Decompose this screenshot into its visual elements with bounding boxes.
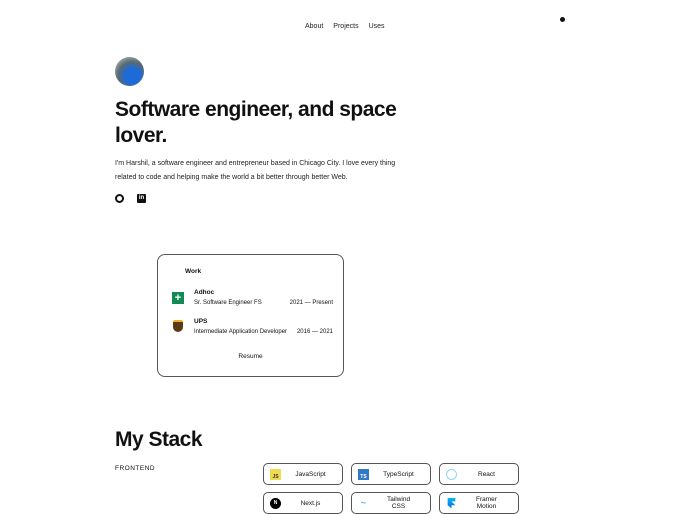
nextjs-icon: N	[270, 497, 281, 509]
work-title: Work	[185, 268, 202, 275]
github-icon[interactable]	[115, 194, 124, 203]
avatar	[115, 57, 144, 86]
framer-motion-icon	[447, 497, 456, 509]
job-role: Sr. Software Engineer FS	[194, 300, 262, 306]
stack-title: My Stack	[115, 428, 203, 451]
theme-toggle[interactable]	[560, 17, 565, 22]
tailwind-icon: ~	[360, 498, 367, 508]
stack-item-label: Framer Motion	[476, 496, 497, 510]
stack-item-label: React	[478, 470, 495, 478]
react-icon	[446, 468, 457, 480]
job-role: Intermediate Application Developer	[194, 329, 288, 335]
stack-section-label: FRONTEND	[115, 465, 156, 472]
stack-item-label: Tailwind CSS	[386, 496, 411, 510]
stack-item-tailwind[interactable]: ~ Tailwind CSS	[351, 492, 431, 514]
top-nav: About Projects Uses	[300, 15, 390, 33]
stack-item-nextjs[interactable]: N Next.js	[263, 492, 343, 514]
stack-item-label: Next.js	[300, 499, 321, 507]
job-company: UPS	[194, 318, 208, 325]
javascript-icon: JS	[270, 468, 281, 480]
nav-projects[interactable]: Projects	[333, 23, 358, 30]
adhoc-logo-icon: +	[172, 292, 184, 304]
stack-item-react[interactable]: React	[439, 463, 519, 485]
resume-link[interactable]: Resume	[158, 353, 343, 360]
nav-about[interactable]: About	[305, 23, 323, 30]
work-card: Work + Adhoc Sr. Software Engineer FS 20…	[157, 254, 344, 377]
stack-item-javascript[interactable]: JS JavaScript	[263, 463, 343, 485]
linkedin-icon[interactable]: in	[137, 194, 146, 203]
job-period: 2016 — 2021	[296, 329, 333, 335]
job-company: Adhoc	[194, 289, 215, 296]
stack-item-label: JavaScript	[295, 470, 326, 478]
stack-item-label: TypeScript	[383, 470, 414, 478]
stack-item-typescript[interactable]: TS TypeScript	[351, 463, 431, 485]
nav-uses[interactable]: Uses	[369, 23, 385, 30]
page-title: Software engineer, and space lover.	[115, 98, 397, 147]
stack-item-framer-motion[interactable]: Framer Motion	[439, 492, 519, 514]
bio: I'm Harshil, a software engineer and ent…	[115, 160, 396, 181]
ups-logo-icon	[173, 320, 183, 332]
typescript-icon: TS	[358, 468, 369, 480]
job-period: 2021 — Present	[289, 300, 333, 306]
